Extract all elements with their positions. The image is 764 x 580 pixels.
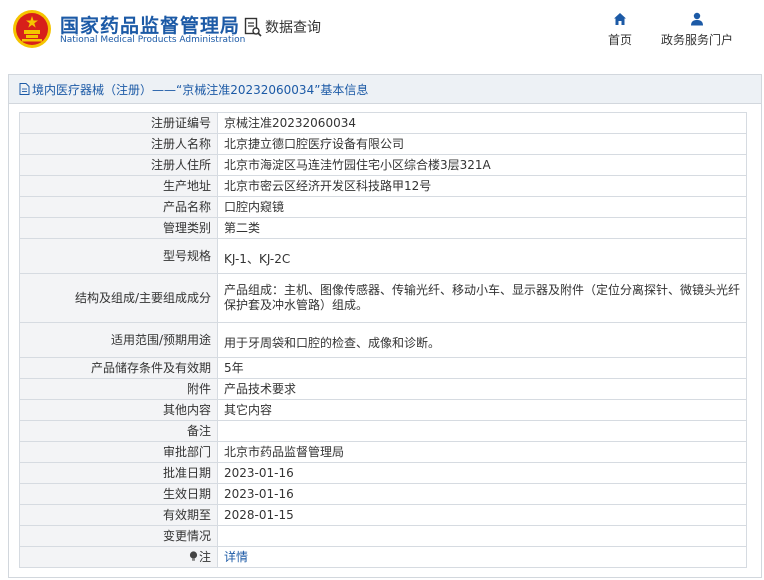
field-label: 生效日期 (19, 483, 218, 505)
field-label: 其他内容 (19, 399, 218, 421)
field-label: 注册证编号 (19, 112, 218, 134)
table-row: 其他内容 其它内容 (19, 399, 747, 421)
table-row: 注 详情 (19, 546, 747, 568)
lightbulb-icon (189, 550, 198, 561)
field-value: 产品技术要求 (217, 378, 747, 400)
user-icon (691, 12, 703, 26)
field-value: 2028-01-15 (217, 504, 747, 526)
table-row: 生效日期 2023-01-16 (19, 483, 747, 505)
document-icon (19, 83, 30, 95)
details-link[interactable]: 详情 (224, 550, 248, 564)
table-row: 附件 产品技术要求 (19, 378, 747, 400)
table-row: 备注 (19, 420, 747, 442)
field-label: 适用范围/预期用途 (19, 322, 218, 358)
field-value: 北京市海淀区马连洼竹园住宅小区综合楼3层321A (217, 154, 747, 176)
field-label: 批准日期 (19, 462, 218, 484)
table-row: 批准日期 2023-01-16 (19, 462, 747, 484)
table-row: 结构及组成/主要组成成分 产品组成：主机、图像传感器、传输光纤、移动小车、显示器及… (19, 273, 747, 323)
panel-title-bar: 境内医疗器械（注册）——“京械注准20232060034”基本信息 (9, 75, 761, 104)
panel-title: 境内医疗器械（注册）——“京械注准20232060034”基本信息 (32, 82, 369, 97)
field-value: 5年 (217, 357, 747, 379)
table-row: 有效期至 2028-01-15 (19, 504, 747, 526)
table-row: 注册人名称 北京捷立德口腔医疗设备有限公司 (19, 133, 747, 155)
field-value: 用于牙周袋和口腔的检查、成像和诊断。 (217, 322, 747, 358)
field-value-cell: 详情 (217, 546, 747, 568)
field-label: 有效期至 (19, 504, 218, 526)
field-label: 变更情况 (19, 525, 218, 547)
field-label: 生产地址 (19, 175, 218, 197)
table-row: 生产地址 北京市密云区经济开发区科技路甲12号 (19, 175, 747, 197)
field-value: 京械注准20232060034 (217, 112, 747, 134)
field-label: 附件 (19, 378, 218, 400)
field-label: 注册人名称 (19, 133, 218, 155)
field-value: 其它内容 (217, 399, 747, 421)
field-label: 结构及组成/主要组成成分 (19, 273, 218, 323)
registration-info-table: 注册证编号 京械注准20232060034 注册人名称 北京捷立德口腔医疗设备有限公… (19, 112, 747, 568)
brand-subtitle: National Medical Products Administration (60, 35, 246, 45)
table-row: 变更情况 (19, 525, 747, 547)
field-value: KJ-1、KJ-2C (217, 238, 747, 274)
note-label-cell: 注 (19, 546, 218, 568)
field-value: 第二类 (217, 217, 747, 239)
brand-title: 国家药品监督管理局 (60, 15, 241, 37)
search-document-icon (244, 17, 262, 37)
nav-home-label: 首页 (608, 33, 633, 47)
field-label: 型号规格 (19, 238, 218, 274)
field-value: 北京市药品监督管理局 (217, 441, 747, 463)
field-label: 审批部门 (19, 441, 218, 463)
table-row: 产品名称 口腔内窥镜 (19, 196, 747, 218)
field-value: 2023-01-16 (217, 462, 747, 484)
field-label: 产品储存条件及有效期 (19, 357, 218, 379)
field-label: 产品名称 (19, 196, 218, 218)
nav-home[interactable]: 首页 (608, 12, 632, 48)
field-value (217, 420, 747, 442)
table-row: 适用范围/预期用途 用于牙周袋和口腔的检查、成像和诊断。 (19, 322, 747, 358)
national-emblem-icon (13, 10, 51, 48)
field-label: 备注 (19, 420, 218, 442)
table-row: 型号规格 KJ-1、KJ-2C (19, 238, 747, 274)
field-value: 产品组成：主机、图像传感器、传输光纤、移动小车、显示器及附件（定位分离探针、微镜… (217, 273, 747, 323)
table-row: 产品储存条件及有效期 5年 (19, 357, 747, 379)
nav-gov-portal[interactable]: 政务服务门户 (661, 12, 733, 48)
table-row: 注册证编号 京械注准20232060034 (19, 112, 747, 134)
data-query-link[interactable]: 数据查询 (244, 17, 321, 37)
site-header: 国家药品监督管理局 National Medical Products Admi… (0, 0, 764, 64)
table-row: 注册人住所 北京市海淀区马连洼竹园住宅小区综合楼3层321A (19, 154, 747, 176)
nav-gov-portal-label: 政务服务门户 (661, 33, 734, 47)
table-row: 管理类别 第二类 (19, 217, 747, 239)
field-label: 注 (198, 549, 211, 564)
field-value: 2023-01-16 (217, 483, 747, 505)
data-query-label: 数据查询 (265, 20, 321, 36)
table-row: 审批部门 北京市药品监督管理局 (19, 441, 747, 463)
field-value: 口腔内窥镜 (217, 196, 747, 218)
detail-panel: 境内医疗器械（注册）——“京械注准20232060034”基本信息 注册证编号京… (8, 74, 762, 578)
field-value: 北京市密云区经济开发区科技路甲12号 (217, 175, 747, 197)
field-label: 管理类别 (19, 217, 218, 239)
field-value (217, 525, 747, 547)
field-label: 注册人住所 (19, 154, 218, 176)
home-icon (614, 13, 626, 25)
field-value: 北京捷立德口腔医疗设备有限公司 (217, 133, 747, 155)
